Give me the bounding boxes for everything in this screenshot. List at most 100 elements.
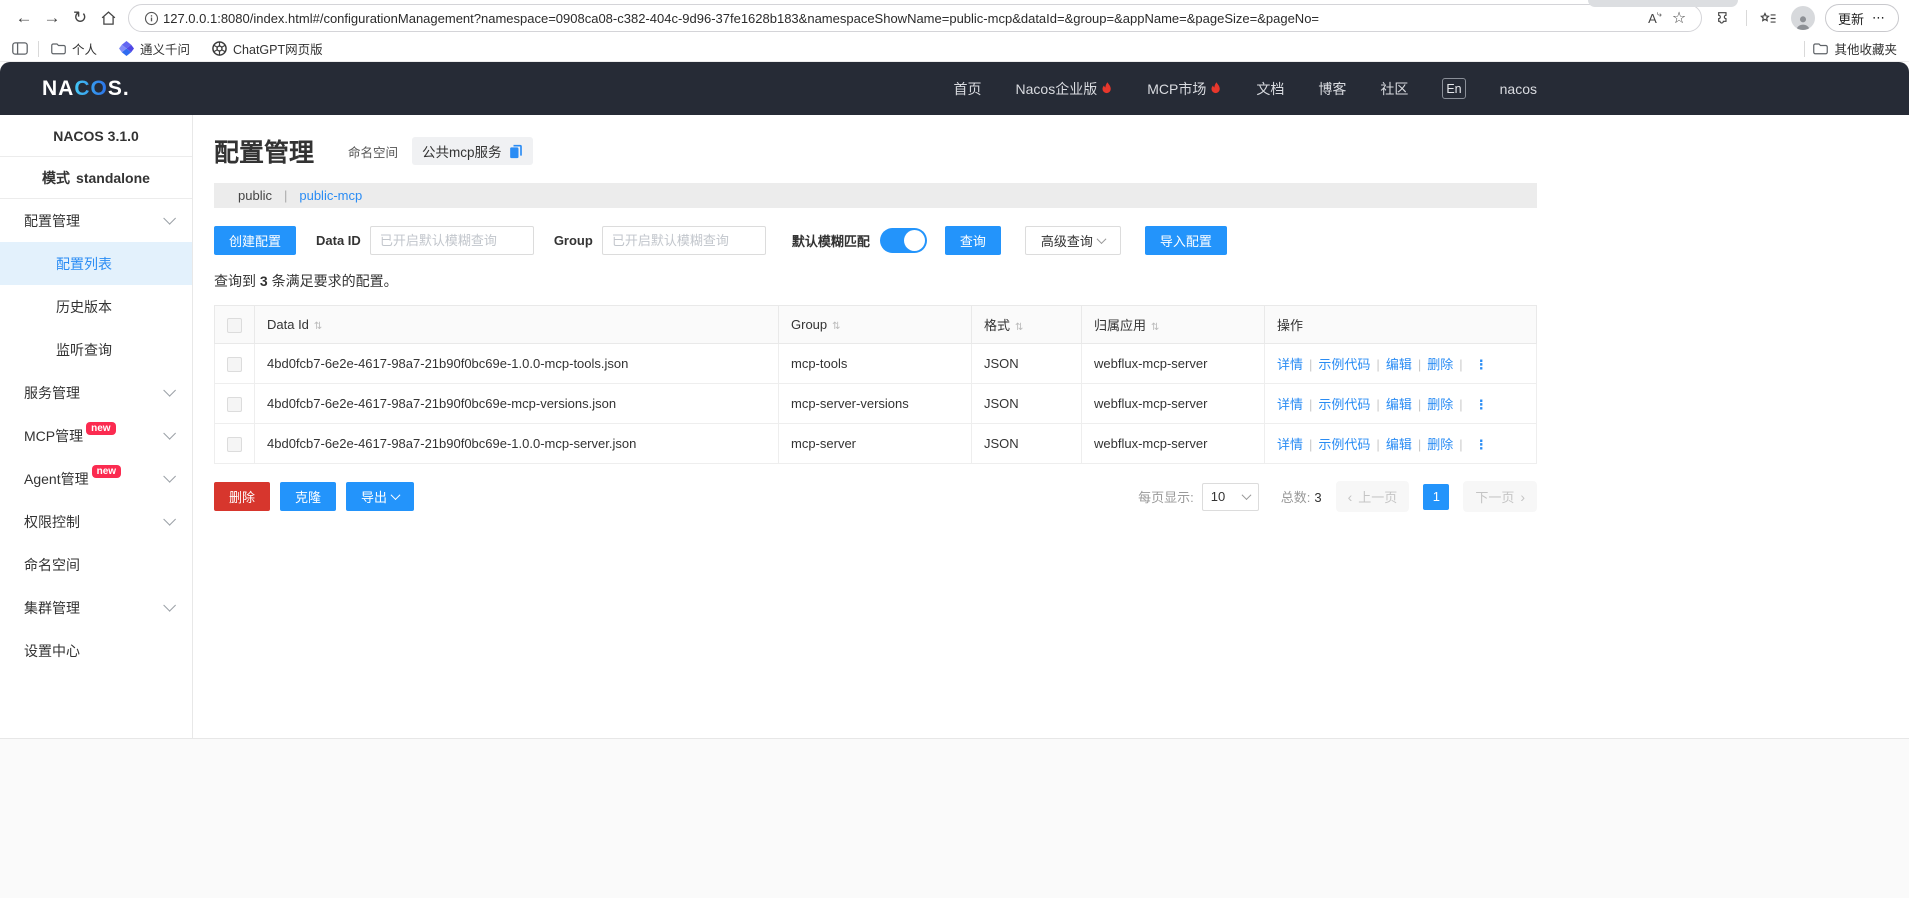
address-bar[interactable]: 127.0.0.1:8080/index.html#/configuration…: [128, 4, 1702, 32]
sample-code-link[interactable]: 示例代码: [1318, 437, 1370, 452]
read-aloud-icon[interactable]: A ⤷: [1643, 6, 1667, 30]
bookmark-chatgpt[interactable]: ChatGPT网页版: [212, 39, 323, 58]
sidebar-item-label: 配置管理: [24, 212, 80, 229]
delete-link[interactable]: 删除: [1427, 397, 1453, 412]
namespace-tab-public-mcp[interactable]: public-mcp: [299, 188, 362, 203]
delete-link[interactable]: 删除: [1427, 437, 1453, 452]
cell-group: mcp-server: [778, 423, 972, 464]
import-config-button[interactable]: 导入配置: [1144, 226, 1227, 255]
nav-blog[interactable]: 博客: [1318, 79, 1346, 99]
table-header-row: Data Id ⇅ Group ⇅ 格式 ⇅ 归属应用 ⇅ 操作: [214, 305, 1537, 344]
nav-enterprise[interactable]: Nacos企业版: [1016, 79, 1114, 99]
sidebar-item-mcp-management[interactable]: MCP管理 new: [0, 414, 192, 457]
forward-icon[interactable]: →: [38, 4, 66, 32]
sort-icon[interactable]: ⇅: [1151, 322, 1159, 333]
reload-icon[interactable]: ↻: [66, 4, 94, 32]
sidebar-item-permission-control[interactable]: 权限控制: [0, 500, 192, 543]
browser-update-button[interactable]: 更新 ⋯: [1824, 4, 1899, 32]
sidebar-item-config-list[interactable]: 配置列表: [0, 242, 192, 285]
sidebar-item-config-management[interactable]: 配置管理: [0, 199, 192, 242]
language-switch[interactable]: En: [1442, 78, 1466, 99]
batch-delete-button[interactable]: 删除: [214, 482, 271, 511]
sort-icon[interactable]: ⇅: [314, 321, 322, 332]
clone-button[interactable]: 克隆: [280, 482, 337, 511]
bookmarks-divider: [1804, 40, 1806, 57]
column-header-app[interactable]: 归属应用 ⇅: [1081, 305, 1265, 344]
column-header-group[interactable]: Group ⇅: [778, 305, 972, 344]
extensions-icon[interactable]: [1712, 6, 1736, 30]
nacos-header: NACOS. 首页 Nacos企业版 MCP市场 文档 博客 社区 En nac…: [0, 62, 1909, 115]
sidebar-item-agent-management[interactable]: Agent管理 new: [0, 457, 192, 500]
nacos-logo[interactable]: NACOS.: [42, 77, 130, 101]
top-nav: 首页 Nacos企业版 MCP市场 文档 博客 社区 En nacos: [954, 78, 1537, 99]
home-icon[interactable]: [94, 4, 122, 32]
bookmark-label: ChatGPT网页版: [233, 43, 323, 57]
edit-link[interactable]: 编辑: [1386, 397, 1412, 412]
username[interactable]: nacos: [1500, 81, 1537, 97]
sidebar-item-namespace[interactable]: 命名空间: [0, 543, 192, 586]
data-id-input[interactable]: [369, 226, 534, 255]
main-content: 配置管理 命名空间 公共mcp服务 public | public-mcp 创建…: [193, 115, 1909, 738]
sidebar-item-cluster-management[interactable]: 集群管理: [0, 586, 192, 629]
sample-code-link[interactable]: 示例代码: [1318, 357, 1370, 372]
current-page-button[interactable]: 1: [1423, 483, 1450, 510]
profile-avatar[interactable]: [1790, 6, 1815, 30]
column-header-format[interactable]: 格式 ⇅: [971, 305, 1082, 344]
favorite-star-icon[interactable]: ☆: [1667, 6, 1691, 30]
sort-icon[interactable]: ⇅: [1015, 322, 1023, 333]
site-info-icon[interactable]: [139, 6, 163, 30]
group-input[interactable]: [601, 226, 766, 255]
url-text[interactable]: 127.0.0.1:8080/index.html#/configuration…: [163, 11, 1643, 26]
other-favorites[interactable]: 其他收藏夹: [1813, 39, 1897, 58]
nav-community[interactable]: 社区: [1380, 79, 1408, 99]
sidebar-item-history[interactable]: 历史版本: [0, 285, 192, 328]
nav-home[interactable]: 首页: [954, 79, 982, 99]
sidebar-item-label: 历史版本: [56, 298, 112, 315]
details-link[interactable]: 详情: [1277, 357, 1303, 372]
favorites-bar-icon[interactable]: [1757, 6, 1781, 30]
page-size-select[interactable]: 10: [1201, 482, 1259, 511]
sidebar-item-listener-query[interactable]: 监听查询: [0, 328, 192, 371]
cell-format: JSON: [971, 343, 1082, 384]
row-checkbox[interactable]: [227, 356, 242, 372]
sort-icon[interactable]: ⇅: [832, 321, 840, 332]
edit-link[interactable]: 编辑: [1386, 357, 1412, 372]
fuzzy-match-toggle[interactable]: [879, 228, 927, 253]
select-all-checkbox[interactable]: [227, 317, 242, 333]
sidebar-toggle-icon[interactable]: [12, 42, 28, 55]
sidebar-item-label: 设置中心: [24, 642, 80, 659]
details-link[interactable]: 详情: [1277, 397, 1303, 412]
sidebar-item-service-management[interactable]: 服务管理: [0, 371, 192, 414]
details-link[interactable]: 详情: [1277, 437, 1303, 452]
delete-link[interactable]: 删除: [1427, 357, 1453, 372]
more-actions-icon[interactable]: ⋮: [1475, 357, 1488, 372]
sidebar-item-settings[interactable]: 设置中心: [0, 629, 192, 672]
result-prefix: 查询到: [214, 273, 256, 289]
namespace-chip[interactable]: 公共mcp服务: [412, 137, 533, 165]
table-row: 4bd0fcb7-6e2e-4617-98a7-21b90f0bc69e-1.0…: [214, 423, 1537, 464]
back-icon[interactable]: ←: [10, 4, 38, 32]
column-header-data-id[interactable]: Data Id ⇅: [254, 305, 779, 344]
row-checkbox[interactable]: [227, 396, 242, 412]
config-toolbar: 创建配置 Data ID Group 默认模糊匹配 查询 高级查询 导入配置: [214, 226, 1537, 255]
namespace-tab-public[interactable]: public: [238, 188, 272, 203]
search-button[interactable]: 查询: [944, 226, 1001, 255]
copy-icon[interactable]: [509, 144, 523, 159]
nav-docs[interactable]: 文档: [1256, 79, 1284, 99]
more-actions-icon[interactable]: ⋮: [1475, 397, 1488, 412]
nav-mcp-market[interactable]: MCP市场: [1147, 79, 1222, 99]
prev-page-button[interactable]: ‹ 上一页: [1335, 481, 1410, 512]
namespace-separator: |: [283, 188, 288, 203]
create-config-button[interactable]: 创建配置: [214, 226, 297, 255]
sample-code-link[interactable]: 示例代码: [1318, 397, 1370, 412]
chevron-down-icon: [390, 490, 401, 501]
export-button[interactable]: 导出: [346, 482, 415, 511]
row-checkbox[interactable]: [227, 436, 242, 452]
next-page-button[interactable]: 下一页 ›: [1463, 481, 1537, 512]
bookmark-personal-folder[interactable]: 个人: [51, 39, 97, 58]
more-actions-icon[interactable]: ⋮: [1475, 437, 1488, 452]
more-menu-icon[interactable]: ⋯: [1872, 10, 1886, 26]
advanced-search-button[interactable]: 高级查询: [1024, 226, 1121, 255]
bookmark-qwen[interactable]: 通义千问: [119, 39, 190, 58]
edit-link[interactable]: 编辑: [1386, 437, 1412, 452]
